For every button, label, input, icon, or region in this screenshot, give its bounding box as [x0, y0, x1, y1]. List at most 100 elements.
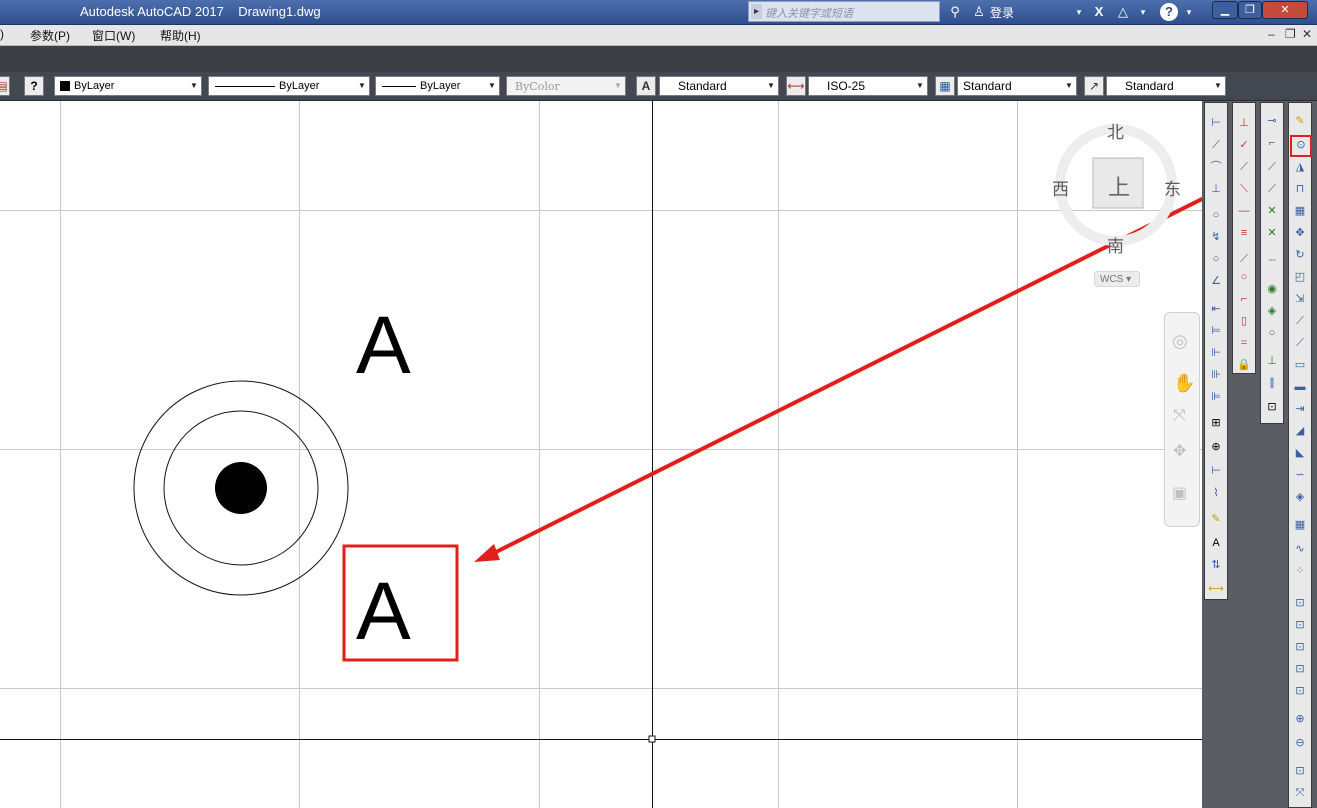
- move-icon[interactable]: ✥: [1292, 225, 1308, 241]
- wcs-menu[interactable]: WCS ▾: [1094, 271, 1140, 287]
- radius-dim-icon[interactable]: ○: [1208, 207, 1224, 223]
- exchange-apps-icon[interactable]: X: [1090, 3, 1108, 21]
- angular-dim-icon[interactable]: ∠: [1208, 273, 1224, 289]
- dim-edit-icon[interactable]: ✎: [1208, 511, 1224, 527]
- inspect-icon[interactable]: ⊢: [1208, 463, 1224, 479]
- parallel-icon[interactable]: =: [1236, 335, 1252, 351]
- dim-text-edit-icon[interactable]: A: [1208, 535, 1224, 551]
- snap-tangent-icon[interactable]: ○: [1264, 325, 1280, 341]
- user-icon[interactable]: ♙: [970, 3, 988, 21]
- trim-tool-icon[interactable]: ⟋: [1292, 313, 1308, 329]
- xline-icon[interactable]: ≡: [1236, 225, 1252, 241]
- search-expand-icon[interactable]: ▸: [751, 4, 762, 19]
- text-style-icon[interactable]: A: [636, 76, 656, 96]
- join-icon[interactable]: ✓: [1236, 137, 1252, 153]
- break-tool-icon[interactable]: ▬: [1292, 379, 1308, 395]
- close-button[interactable]: ✕: [1262, 1, 1308, 19]
- fillet-icon[interactable]: ⟍: [1236, 181, 1252, 197]
- snap-center-icon[interactable]: ◉: [1264, 281, 1280, 297]
- zoom-extents-tool-icon[interactable]: ⤧: [1292, 785, 1308, 801]
- snap-apparent-icon[interactable]: ✕: [1264, 225, 1280, 241]
- pan-icon[interactable]: ✋: [1173, 373, 1195, 394]
- menu-item-help[interactable]: 帮助(H): [160, 27, 201, 44]
- menu-item-parametric[interactable]: 参数(P): [30, 27, 70, 44]
- grid-array-icon[interactable]: ▦: [1292, 517, 1308, 533]
- drawing-canvas[interactable]: A A 北 西 东 南 上 WCS ▾: [0, 101, 1202, 808]
- array-icon[interactable]: ▦: [1292, 203, 1308, 219]
- dim-update-icon[interactable]: ⇅: [1208, 557, 1224, 573]
- line-icon[interactable]: —: [1236, 203, 1252, 219]
- jogged-dim-icon[interactable]: ↯: [1208, 229, 1224, 245]
- tolerance-icon[interactable]: ⊞: [1208, 415, 1224, 431]
- search-box[interactable]: ▸ 键入关键字或短语: [748, 1, 940, 22]
- layer-icon[interactable]: ▤: [0, 76, 10, 96]
- steering-wheel-icon[interactable]: ◎: [1172, 331, 1188, 352]
- menu-item-window[interactable]: 窗口(W): [92, 27, 135, 44]
- chamfer-tool-icon[interactable]: ◢: [1292, 423, 1308, 439]
- doc-minimize-icon[interactable]: –: [1268, 27, 1275, 41]
- arc-length-icon[interactable]: ⌒: [1208, 159, 1224, 175]
- text-a-lower[interactable]: A: [356, 567, 411, 657]
- table-style-icon[interactable]: ▦: [935, 76, 955, 96]
- break-icon[interactable]: ⊥: [1236, 115, 1252, 131]
- dim-break-icon[interactable]: ⊫: [1208, 389, 1224, 405]
- circle-tool-icon[interactable]: ○: [1236, 269, 1252, 285]
- doc-close-icon[interactable]: ✕: [1302, 27, 1312, 41]
- zoom-extents-icon[interactable]: ⤧: [1173, 407, 1186, 425]
- diameter-dim-icon[interactable]: ○: [1208, 251, 1224, 267]
- snap-perpendicular-icon[interactable]: ⊥: [1264, 353, 1280, 369]
- rotate-icon[interactable]: ↻: [1292, 247, 1308, 263]
- viewcube-south[interactable]: 南: [1107, 232, 1124, 257]
- showmotion-icon[interactable]: ▣: [1172, 483, 1187, 503]
- snap-parallel-icon[interactable]: ∥: [1264, 375, 1280, 391]
- dim-style-select[interactable]: ISO-25 ▼: [808, 76, 928, 96]
- snap-midpoint-icon[interactable]: ⟋: [1264, 181, 1280, 197]
- lineweight-select[interactable]: ByLayer ▼: [375, 76, 500, 96]
- center-mark-icon[interactable]: ⊕: [1208, 439, 1224, 455]
- offset-icon[interactable]: ⊓: [1292, 181, 1308, 197]
- dim-style-tool-icon[interactable]: ⟷: [1208, 581, 1224, 597]
- ordinate-dim-icon[interactable]: ⊥: [1208, 181, 1224, 197]
- snap-insert-icon[interactable]: ⊡: [1264, 399, 1280, 415]
- zoom-center-icon[interactable]: ⊡: [1292, 661, 1308, 677]
- text-style-select[interactable]: Standard ▼: [659, 76, 779, 96]
- zoom-all-icon[interactable]: ⊡: [1292, 763, 1308, 779]
- scale-icon[interactable]: ◰: [1292, 269, 1308, 285]
- dim-space-icon[interactable]: ⊪: [1208, 367, 1224, 383]
- lock-icon[interactable]: 🔒: [1236, 357, 1252, 373]
- chevron-down-icon[interactable]: ▾: [1180, 3, 1198, 21]
- aligned-dim-icon[interactable]: ⟋: [1208, 137, 1224, 153]
- viewcube-north[interactable]: 北: [1107, 118, 1124, 143]
- dim-style-icon[interactable]: ⟷: [786, 76, 806, 96]
- menu-item-truncated[interactable]: ): [0, 27, 4, 41]
- extend-tool-icon[interactable]: ⟋: [1292, 335, 1308, 351]
- help-button[interactable]: ?: [1160, 3, 1178, 21]
- zoom-scale-icon[interactable]: ⊡: [1292, 639, 1308, 655]
- trim-icon[interactable]: ⌐: [1236, 291, 1252, 307]
- zoom-dynamic-icon[interactable]: ⊡: [1292, 617, 1308, 633]
- snap-endpoint-icon[interactable]: ⟋: [1264, 159, 1280, 175]
- table-style-select[interactable]: Standard ▼: [957, 76, 1077, 96]
- erase-icon[interactable]: ✎: [1292, 113, 1308, 129]
- stretch-icon[interactable]: ⇲: [1292, 291, 1308, 307]
- quick-dim-icon[interactable]: ⇤: [1208, 301, 1224, 317]
- snap-extension-icon[interactable]: ┈: [1264, 253, 1280, 269]
- extend-icon[interactable]: ⟋: [1236, 251, 1252, 267]
- temp-track-icon[interactable]: ⊸: [1264, 113, 1280, 129]
- jogged-linear-icon[interactable]: ⌇: [1208, 485, 1224, 501]
- snap-quadrant-icon[interactable]: ◈: [1264, 303, 1280, 319]
- multileader-style-icon[interactable]: ↗: [1084, 76, 1104, 96]
- viewcube-top-label[interactable]: 上: [1108, 170, 1130, 202]
- break-at-point-icon[interactable]: ▭: [1292, 357, 1308, 373]
- autodesk-a360-icon[interactable]: △: [1114, 3, 1132, 21]
- join-tool-icon[interactable]: ⇥: [1292, 401, 1308, 417]
- rectangle-tool-icon[interactable]: ▯: [1236, 313, 1252, 329]
- pedit-icon[interactable]: ∿: [1292, 541, 1308, 557]
- snap-from-icon[interactable]: ⌐: [1264, 135, 1280, 151]
- login-link[interactable]: 登录: [990, 4, 1014, 21]
- viewcube-west[interactable]: 西: [1052, 175, 1069, 200]
- linetype-select[interactable]: ByLayer ▼: [208, 76, 370, 96]
- multileader-style-select[interactable]: Standard ▼: [1106, 76, 1226, 96]
- orbit-icon[interactable]: ✥: [1173, 441, 1186, 461]
- filled-dot[interactable]: [215, 462, 267, 514]
